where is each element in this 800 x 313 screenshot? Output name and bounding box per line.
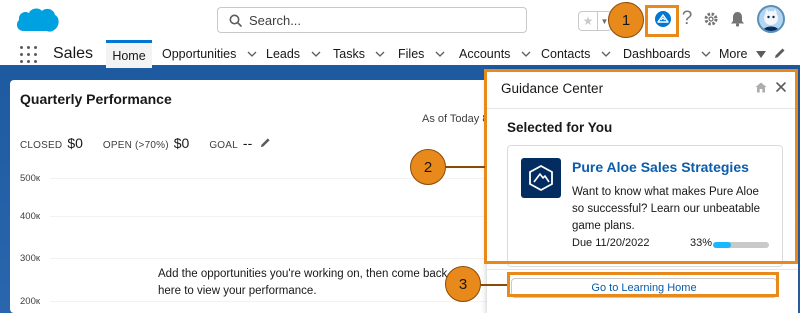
callout-badge: 2 bbox=[410, 149, 446, 185]
chevron-down-icon[interactable] bbox=[375, 49, 386, 60]
axis-tick-label: 300к bbox=[20, 253, 41, 264]
progress-bar bbox=[713, 242, 769, 248]
favorites-group[interactable]: ★ ▼ bbox=[578, 11, 612, 31]
open-label: OPEN (>70%) bbox=[102, 140, 169, 151]
tab-more[interactable]: More bbox=[719, 40, 766, 68]
metrics-row: CLOSED $0 OPEN (>70%) $0 GOAL -- bbox=[20, 135, 271, 151]
search-icon bbox=[229, 14, 242, 27]
chevron-down-icon[interactable] bbox=[310, 49, 321, 60]
tab-opportunities[interactable]: Opportunities bbox=[162, 40, 257, 68]
due-date: Due 11/20/2022 bbox=[572, 237, 650, 249]
app-navigation: Sales Home Opportunities Leads Tasks Fil… bbox=[0, 40, 800, 68]
salesforce-cloud-icon[interactable] bbox=[14, 5, 60, 35]
tab-label: Leads bbox=[266, 47, 301, 61]
learning-tile-icon bbox=[521, 158, 561, 198]
guidance-footer: Go to Learning Home bbox=[487, 269, 798, 313]
as-of-label: As of Today 8 bbox=[422, 113, 489, 125]
tab-label: Tasks bbox=[333, 47, 365, 61]
callout-badge: 1 bbox=[608, 2, 644, 38]
gridline bbox=[50, 216, 520, 217]
callout-connector bbox=[478, 284, 507, 286]
bell-icon[interactable] bbox=[726, 8, 748, 30]
edit-goal-icon[interactable] bbox=[260, 137, 271, 148]
global-header: Search... ★ ▼ ? bbox=[0, 0, 800, 40]
chevron-down-icon[interactable] bbox=[434, 49, 445, 60]
open-value: $0 bbox=[173, 135, 190, 151]
callout-badge: 3 bbox=[445, 266, 481, 302]
progress-bar-fill bbox=[713, 242, 732, 248]
tab-label: More bbox=[719, 47, 748, 61]
guidance-center-panel: Guidance Center Selected for You Pure Al… bbox=[487, 69, 798, 313]
learning-item-description: Want to know what makes Pure Aloe so suc… bbox=[572, 186, 760, 232]
goal-label: GOAL bbox=[209, 140, 238, 151]
progress-percent: 33% bbox=[690, 237, 713, 249]
tab-label: Files bbox=[398, 47, 425, 61]
tab-label: Home bbox=[112, 48, 146, 63]
axis-tick-label: 500к bbox=[20, 173, 41, 184]
tab-accounts[interactable]: Accounts bbox=[459, 40, 531, 68]
guidance-header: Guidance Center bbox=[487, 69, 798, 109]
tab-files[interactable]: Files bbox=[398, 40, 445, 68]
gridline bbox=[50, 301, 520, 302]
caret-down-icon[interactable] bbox=[755, 49, 766, 60]
gridline bbox=[50, 258, 520, 259]
goal-value: -- bbox=[242, 135, 253, 151]
star-icon[interactable]: ★ bbox=[579, 12, 598, 30]
empty-state-message: Add the opportunities you're working on,… bbox=[158, 268, 448, 297]
chevron-down-icon[interactable] bbox=[600, 49, 611, 60]
help-icon[interactable]: ? bbox=[676, 8, 698, 30]
close-icon[interactable] bbox=[775, 81, 787, 93]
callout-connector bbox=[443, 166, 485, 168]
chevron-down-icon[interactable] bbox=[520, 49, 531, 60]
edit-nav-icon[interactable] bbox=[774, 47, 786, 59]
gear-icon[interactable] bbox=[700, 8, 722, 30]
learning-item-title[interactable]: Pure Aloe Sales Strategies bbox=[572, 159, 749, 175]
closed-value: $0 bbox=[67, 135, 83, 151]
axis-tick-label: 200к bbox=[20, 296, 41, 307]
tab-tasks[interactable]: Tasks bbox=[333, 40, 386, 68]
tab-contacts[interactable]: Contacts bbox=[541, 40, 611, 68]
gridline bbox=[50, 178, 520, 179]
search-placeholder: Search... bbox=[249, 13, 302, 28]
axis-tick-label: 400к bbox=[20, 211, 41, 222]
guidance-center-icon[interactable] bbox=[652, 8, 674, 30]
guidance-title: Guidance Center bbox=[501, 81, 604, 96]
closed-label: CLOSED bbox=[20, 140, 63, 151]
learning-item-card: Pure Aloe Sales Strategies Want to know … bbox=[507, 145, 783, 267]
chevron-down-icon[interactable] bbox=[246, 49, 257, 60]
tab-label: Accounts bbox=[459, 47, 511, 61]
tab-leads[interactable]: Leads bbox=[266, 40, 321, 68]
tab-label: Opportunities bbox=[162, 47, 237, 61]
global-search-input[interactable]: Search... bbox=[217, 7, 527, 33]
app-launcher-icon[interactable] bbox=[20, 46, 37, 63]
tab-label: Dashboards bbox=[623, 47, 691, 61]
tab-dashboards[interactable]: Dashboards bbox=[623, 40, 711, 68]
avatar[interactable] bbox=[757, 5, 785, 33]
home-icon[interactable] bbox=[755, 82, 767, 93]
card-title: Quarterly Performance bbox=[20, 91, 172, 107]
app-name: Sales bbox=[53, 45, 94, 62]
learning-home-button[interactable]: Go to Learning Home bbox=[511, 278, 777, 298]
chevron-down-icon[interactable] bbox=[700, 49, 711, 60]
tab-label: Contacts bbox=[541, 47, 591, 61]
tab-home[interactable]: Home bbox=[106, 40, 152, 68]
section-heading: Selected for You bbox=[507, 120, 613, 135]
